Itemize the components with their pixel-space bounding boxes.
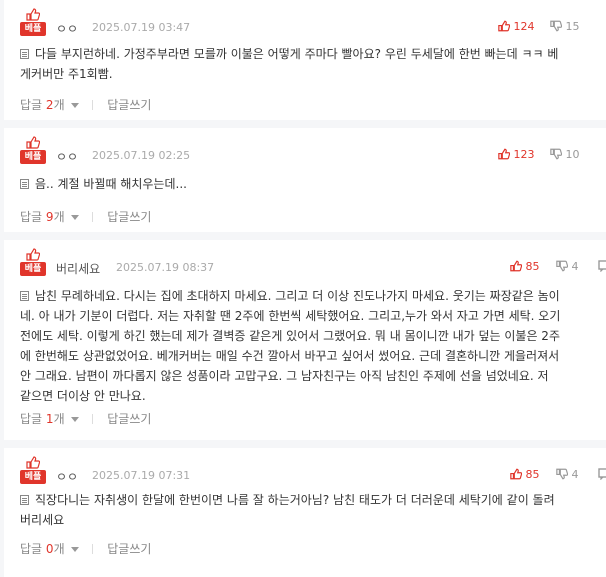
comment-author[interactable]: ㅇㅇ xyxy=(56,20,78,37)
downvote-button[interactable]: 10 xyxy=(550,148,580,161)
comment-date: 2025.07.19 03:47 xyxy=(92,21,191,34)
reply-count: 9 xyxy=(45,210,54,224)
write-reply-button[interactable]: 답글쓰기 xyxy=(107,542,151,556)
comment-line: 네. 아 내가 기분이 더럽다. 저는 자취할 땐 2주에 한번씩 세탁했어요.… xyxy=(20,309,561,323)
chevron-down-icon xyxy=(70,215,79,220)
downvote-button[interactable]: 4 xyxy=(556,260,579,273)
divider xyxy=(92,212,94,222)
write-reply-button[interactable]: 답글쓰기 xyxy=(107,412,151,426)
upvote-button[interactable]: 85 xyxy=(510,260,540,273)
thumbs-down-icon xyxy=(556,468,569,480)
comment-line: 안 그래요. 남편이 까다롭지 않은 성품이라 고맙구요. 그 남자친구는 아직… xyxy=(20,369,549,383)
comment-body: 다들 부지런하네. 가정주부라면 모를까 이불은 어떻게 주마다 빨아요? 우린… xyxy=(20,44,606,84)
upvote-button[interactable]: 123 xyxy=(498,148,535,161)
upvote-count: 123 xyxy=(513,148,535,161)
thumbs-up-icon xyxy=(510,468,523,480)
comment-footer: 답글 2개 답글쓰기 xyxy=(20,96,151,113)
reply-count: 0 xyxy=(45,542,54,556)
comment-footer: 답글 9개 답글쓰기 xyxy=(20,208,151,225)
thumbs-down-icon xyxy=(550,148,563,160)
comment-line: 다들 부지런하네. 가정주부라면 모를까 이불은 어떻게 주마다 빨아요? 우린… xyxy=(20,44,606,64)
upvote-count: 124 xyxy=(513,20,535,33)
document-icon xyxy=(20,179,29,189)
document-icon xyxy=(20,291,29,301)
comment-body: 직장다니는 자취생이 한달에 한번이면 나름 잘 하는거아님? 남친 태도가 더… xyxy=(20,490,606,530)
upvote-button[interactable]: 124 xyxy=(498,20,535,33)
downvote-count: 10 xyxy=(565,148,580,161)
comment-header: 베플 ㅇㅇ 2025.07.19 03:47 124 15 xyxy=(20,8,606,38)
reply-count: 1 xyxy=(45,412,54,426)
chevron-down-icon xyxy=(70,547,79,552)
comment-line: 남친 무례하네요. 다시는 집에 초대하지 마세요. 그리고 더 이상 진도나가… xyxy=(20,286,606,306)
reply-toggle[interactable]: 답글 9개 xyxy=(20,210,79,224)
thumbs-up-icon xyxy=(26,8,40,21)
chevron-down-icon xyxy=(70,103,79,108)
comment-date: 2025.07.19 08:37 xyxy=(116,261,215,274)
reply-toggle[interactable]: 답글 1개 xyxy=(20,412,79,426)
comment-author[interactable]: ㅇㅇ xyxy=(56,468,78,485)
best-badge: 베플 xyxy=(20,456,46,486)
comment-line: 버리세요 xyxy=(20,513,65,527)
chevron-down-icon xyxy=(70,417,79,422)
comment-list: 베플 ㅇㅇ 2025.07.19 03:47 124 15 다들 부지런하네. … xyxy=(4,0,606,577)
thumbs-up-icon xyxy=(498,148,511,160)
best-badge-label: 베플 xyxy=(20,150,46,164)
comment-item: 베플 ㅇㅇ 2025.07.19 07:31 85 4 직장다니는 자취생이 한… xyxy=(4,448,606,577)
document-icon xyxy=(20,49,29,59)
comment-date: 2025.07.19 07:31 xyxy=(92,469,191,482)
downvote-count: 4 xyxy=(571,468,579,481)
downvote-button[interactable]: 4 xyxy=(556,468,579,481)
comment-author[interactable]: 버리세요 xyxy=(56,260,100,277)
thumbs-up-icon xyxy=(498,20,511,32)
comment-item: 베플 ㅇㅇ 2025.07.19 02:25 123 10 음.. 계절 바뀔때… xyxy=(4,128,606,232)
comment-header: 베플 ㅇㅇ 2025.07.19 02:25 123 10 xyxy=(20,136,606,166)
comment-footer: 답글 1개 답글쓰기 xyxy=(20,410,151,427)
downvote-button[interactable]: 15 xyxy=(550,20,580,33)
reply-count: 2 xyxy=(45,98,54,112)
upvote-count: 85 xyxy=(525,260,540,273)
thumbs-up-icon xyxy=(26,248,40,261)
write-reply-button[interactable]: 답글쓰기 xyxy=(107,98,151,112)
best-badge-label: 베플 xyxy=(20,22,46,36)
comment-date: 2025.07.19 02:25 xyxy=(92,149,191,162)
comment-header: 베플 버리세요 2025.07.19 08:37 85 4 xyxy=(20,248,606,278)
comment-item: 베플 ㅇㅇ 2025.07.19 03:47 124 15 다들 부지런하네. … xyxy=(4,0,606,120)
comment-footer: 답글 0개 답글쓰기 xyxy=(20,540,151,557)
thumbs-down-icon xyxy=(550,20,563,32)
comment-line: 게커버만 주1회빰. xyxy=(20,67,113,81)
thumbs-up-icon xyxy=(510,260,523,272)
comment-line: 전에도 세탁. 이렇게 하긴 했는데 제가 결벽증 같은게 있어서 그랬어요. … xyxy=(20,329,560,343)
comment-line: 에 한번해도 상관없었어요. 베개커버는 매일 수건 깔아서 바꾸고 싶어서 썼… xyxy=(20,349,560,363)
reply-toggle[interactable]: 답글 0개 xyxy=(20,542,79,556)
divider xyxy=(92,414,94,424)
comment-body: 남친 무례하네요. 다시는 집에 초대하지 마세요. 그리고 더 이상 진도나가… xyxy=(20,286,606,406)
best-badge: 베플 xyxy=(20,248,46,278)
comment-author[interactable]: ㅇㅇ xyxy=(56,148,78,165)
divider xyxy=(92,100,94,110)
comment-line: 음.. 계절 바뀔때 해치우는데... xyxy=(20,174,606,194)
downvote-count: 4 xyxy=(571,260,579,273)
comment-icon[interactable] xyxy=(598,260,606,275)
best-badge: 베플 xyxy=(20,8,46,38)
comment-icon[interactable] xyxy=(598,468,606,483)
best-badge-label: 베플 xyxy=(20,470,46,484)
upvote-count: 85 xyxy=(525,468,540,481)
comment-header: 베플 ㅇㅇ 2025.07.19 07:31 85 4 xyxy=(20,456,606,486)
write-reply-button[interactable]: 답글쓰기 xyxy=(107,210,151,224)
best-badge-label: 베플 xyxy=(20,262,46,276)
divider xyxy=(92,544,94,554)
thumbs-up-icon xyxy=(26,456,40,469)
thumbs-up-icon xyxy=(26,136,40,149)
comment-line: 직장다니는 자취생이 한달에 한번이면 나름 잘 하는거아님? 남친 태도가 더… xyxy=(20,490,606,510)
reply-toggle[interactable]: 답글 2개 xyxy=(20,98,79,112)
comment-item: 베플 버리세요 2025.07.19 08:37 85 4 남친 무례하네요. … xyxy=(4,240,606,440)
upvote-button[interactable]: 85 xyxy=(510,468,540,481)
downvote-count: 15 xyxy=(565,20,580,33)
comment-body: 음.. 계절 바뀔때 해치우는데... xyxy=(20,174,606,194)
document-icon xyxy=(20,495,29,505)
comment-line: 같으면 더이상 안 만나요. xyxy=(20,389,146,403)
best-badge: 베플 xyxy=(20,136,46,166)
thumbs-down-icon xyxy=(556,260,569,272)
